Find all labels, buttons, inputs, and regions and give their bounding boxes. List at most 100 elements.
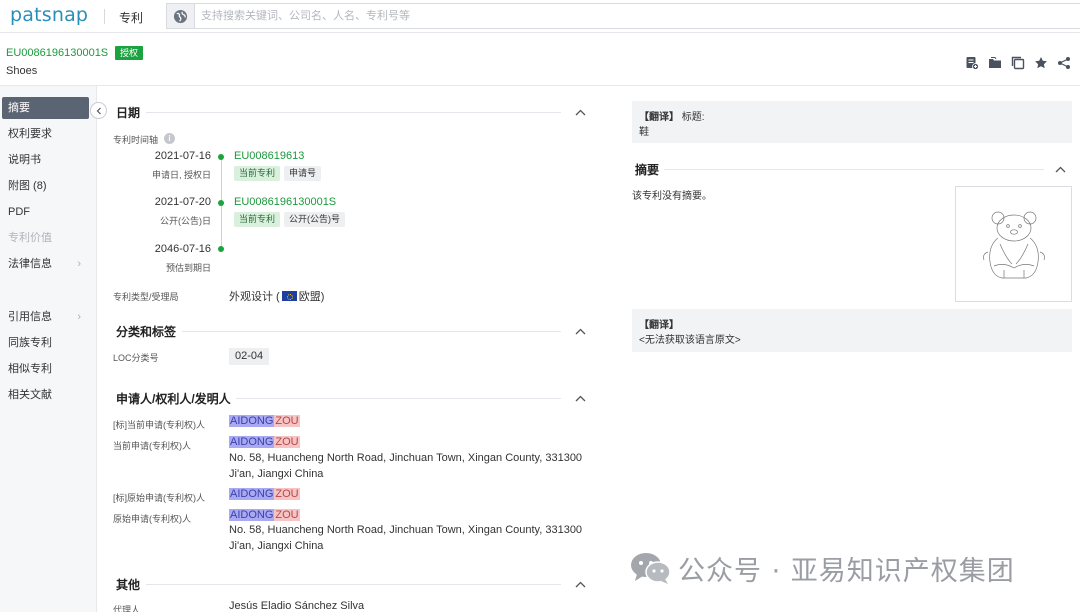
applicant-name[interactable]: AIDONG ZOU bbox=[229, 509, 300, 521]
nav-label: 相似专利 bbox=[8, 363, 52, 375]
left-nav: 摘要 权利要求 说明书 附图 (8) PDF 专利价值 法律信息 › 引用信息 › … bbox=[0, 86, 97, 612]
patent-type-label: 专利类型/受理局 bbox=[113, 292, 179, 302]
section-divider bbox=[236, 398, 561, 399]
timeline-date: 2021-07-16 bbox=[154, 150, 211, 162]
current-patent-chip: 当前专利 bbox=[234, 166, 281, 181]
applicant-label: [标]当前申请(专利权)人 bbox=[113, 420, 205, 430]
note-add-icon[interactable] bbox=[964, 55, 980, 71]
section-title-applicants: 申请人/权利人/发明人 bbox=[116, 392, 231, 406]
status-badge: 授权 bbox=[115, 46, 144, 60]
translation-title-label: 标题: bbox=[681, 112, 705, 123]
translation-original-text: <无法获取该语言原文> bbox=[639, 335, 741, 346]
nav-label: 权利要求 bbox=[8, 128, 52, 140]
applicant-label: 当前申请(专利权)人 bbox=[113, 441, 191, 451]
module-label[interactable]: 专利 bbox=[119, 9, 143, 26]
applicant-label: [标]原始申请(专利权)人 bbox=[113, 493, 205, 503]
folder-icon[interactable] bbox=[987, 55, 1003, 71]
applicant-name[interactable]: AIDONG ZOU bbox=[229, 488, 300, 500]
drawing-thumbnail[interactable] bbox=[955, 186, 1072, 302]
abstract-text: 该专利没有摘要。 bbox=[632, 191, 712, 202]
timeline-dot bbox=[218, 154, 224, 160]
patent-type-text: 外观设计 ( bbox=[229, 291, 280, 303]
timeline-date-type: 申请日, 授权日 bbox=[151, 170, 211, 180]
loc-value-chip[interactable]: 02-04 bbox=[229, 348, 270, 365]
toolbar bbox=[964, 55, 1072, 71]
shoe-drawing-image bbox=[982, 211, 1045, 279]
info-icon[interactable]: i bbox=[164, 133, 175, 144]
nav-item-abstract[interactable]: 摘要 bbox=[2, 97, 89, 119]
translation-head: 【翻译】 bbox=[639, 320, 679, 331]
header-divider bbox=[0, 85, 1080, 86]
applicant-address: No. 58, Huancheng North Road, Jinchuan T… bbox=[229, 524, 583, 552]
translation-box-original: 【翻译】 <无法获取该语言原文> bbox=[632, 309, 1072, 352]
translation-box-title: 【翻译】 标题: 鞋 bbox=[632, 101, 1072, 143]
section-title-other: 其他 bbox=[116, 578, 141, 592]
chevron-up-icon[interactable] bbox=[573, 324, 587, 338]
patent-number: EU0086196130001S bbox=[6, 47, 109, 59]
chevron-up-icon[interactable] bbox=[573, 391, 587, 405]
collapse-nav-button[interactable] bbox=[90, 102, 107, 119]
top-bar: patsnap 专利 bbox=[0, 0, 1080, 33]
chevron-up-icon[interactable] bbox=[1053, 162, 1067, 176]
translation-tag: 【翻译】 标题: bbox=[639, 108, 705, 123]
last-name: ZOU bbox=[274, 488, 300, 500]
applicant-name[interactable]: AIDONG ZOU bbox=[229, 415, 300, 427]
abstract-title: 摘要 bbox=[635, 163, 660, 177]
section-title-classification: 分类和标签 bbox=[116, 325, 177, 339]
nav-item-citations[interactable]: 引用信息 › bbox=[2, 306, 89, 328]
patsnap-logo[interactable]: patsnap bbox=[10, 4, 88, 26]
nav-label: 附图 (8) bbox=[8, 180, 47, 192]
nav-item-drawings[interactable]: 附图 (8) bbox=[2, 175, 89, 197]
nav-item-claims[interactable]: 权利要求 bbox=[2, 123, 89, 145]
wechat-icon bbox=[631, 553, 671, 584]
timeline-dot bbox=[218, 246, 224, 252]
search-box bbox=[166, 3, 1080, 29]
timeline-date: 2046-07-16 bbox=[154, 243, 211, 255]
wechat-watermark: 公众号 · 亚易知识产权集团 bbox=[630, 548, 1015, 588]
section-divider bbox=[146, 584, 561, 585]
chevron-up-icon[interactable] bbox=[573, 577, 587, 591]
application-number-link[interactable]: EU008619613 bbox=[234, 150, 304, 162]
star-icon[interactable] bbox=[1033, 55, 1049, 71]
nav-label: 相关文献 bbox=[8, 389, 52, 401]
nav-label: 法律信息 bbox=[8, 258, 52, 270]
nav-label: 说明书 bbox=[8, 154, 41, 166]
chevron-up-icon[interactable] bbox=[573, 105, 587, 119]
copy-icon[interactable] bbox=[1010, 55, 1026, 71]
timeline-label: 专利时间轴 bbox=[113, 135, 159, 145]
current-patent-chip: 当前专利 bbox=[234, 212, 281, 227]
loc-label: LOC分类号 bbox=[113, 353, 159, 363]
nav-item-patent-value: 专利价值 bbox=[2, 227, 89, 249]
timeline-dot bbox=[218, 200, 224, 206]
nav-label: 同族专利 bbox=[8, 337, 52, 349]
first-name: AIDONG bbox=[229, 488, 275, 500]
nav-item-description[interactable]: 说明书 bbox=[2, 149, 89, 171]
publication-number-link[interactable]: EU0086196130001S bbox=[234, 196, 336, 208]
publication-no-chip: 公开(公告)号 bbox=[284, 212, 345, 227]
search-input[interactable] bbox=[197, 4, 1067, 28]
globe-icon[interactable] bbox=[167, 4, 195, 28]
translation-head: 【翻译】 bbox=[639, 112, 679, 123]
last-name: ZOU bbox=[274, 436, 300, 448]
nav-item-pdf[interactable]: PDF bbox=[2, 201, 89, 223]
nav-label: 摘要 bbox=[8, 102, 30, 114]
agent-label: 代理人 bbox=[113, 605, 141, 612]
chevron-right-icon: › bbox=[77, 258, 81, 270]
first-name: AIDONG bbox=[229, 436, 275, 448]
nav-item-legal-info[interactable]: 法律信息 › bbox=[2, 253, 89, 275]
nav-item-family[interactable]: 同族专利 bbox=[2, 332, 89, 354]
logo-divider bbox=[104, 9, 105, 24]
translation-title-value: 鞋 bbox=[639, 127, 649, 138]
section-divider bbox=[182, 331, 561, 332]
timeline-date: 2021-07-20 bbox=[154, 196, 211, 208]
office-text: 欧盟) bbox=[298, 291, 325, 303]
first-name: AIDONG bbox=[229, 509, 275, 521]
applicant-label: 原始申请(专利权)人 bbox=[113, 514, 191, 524]
last-name: ZOU bbox=[274, 509, 300, 521]
share-icon[interactable] bbox=[1056, 55, 1072, 71]
nav-item-related-docs[interactable]: 相关文献 bbox=[2, 384, 89, 406]
first-name: AIDONG bbox=[229, 415, 275, 427]
applicant-name[interactable]: AIDONG ZOU bbox=[229, 436, 300, 448]
patent-type-value: 外观设计 ( 欧盟) bbox=[229, 288, 324, 304]
nav-item-similar[interactable]: 相似专利 bbox=[2, 358, 89, 380]
